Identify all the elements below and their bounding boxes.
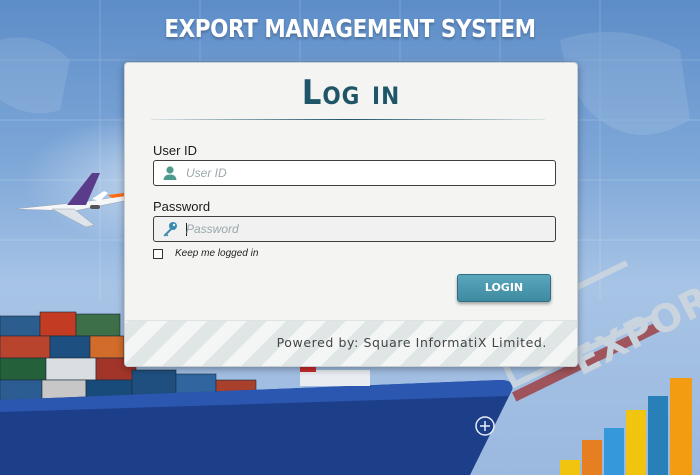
user-id-input[interactable] [186, 161, 546, 185]
key-icon [163, 222, 177, 237]
login-heading: Log in [301, 73, 401, 113]
cargo-ship-graphic [0, 366, 513, 475]
powered-by-text: Powered by: Square InformatiX Limited. [276, 335, 547, 350]
bar-chart-graphic [560, 378, 692, 475]
user-id-label: User ID [153, 143, 198, 158]
login-panel: Log in User ID Password Keep me logged i… [124, 62, 578, 367]
login-button[interactable]: LOGIN [457, 274, 551, 302]
password-field[interactable] [153, 216, 556, 242]
user-id-field[interactable] [153, 160, 556, 186]
panel-footer: Powered by: Square InformatiX Limited. [125, 320, 577, 366]
heading-divider [151, 119, 545, 120]
airplane-graphic [13, 173, 128, 228]
password-input[interactable] [186, 217, 546, 241]
keep-logged-in-label[interactable]: Keep me logged in [175, 248, 258, 259]
app-title: EXPORT MANAGEMENT SYSTEM [164, 14, 536, 43]
user-icon [163, 166, 177, 180]
keep-logged-in-checkbox[interactable] [153, 249, 163, 259]
password-label: Password [153, 199, 211, 214]
